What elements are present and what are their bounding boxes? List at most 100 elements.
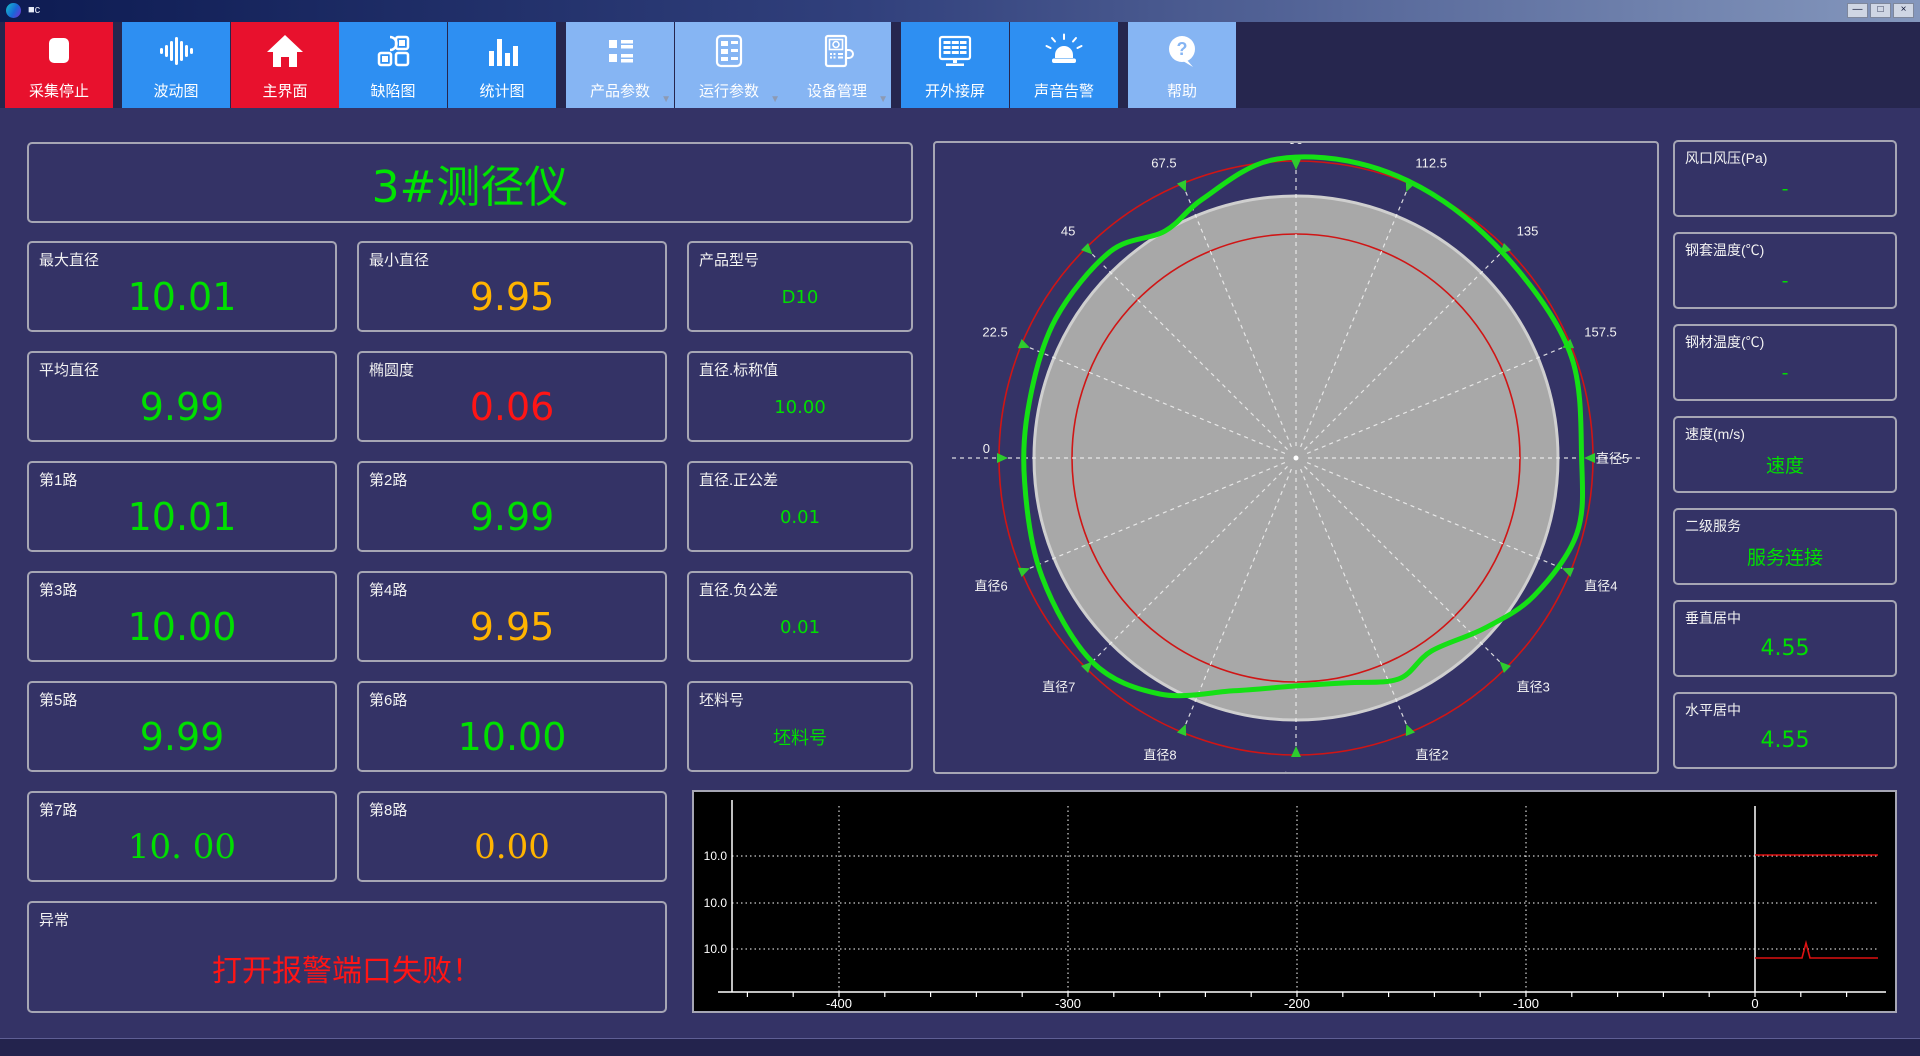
metric-billet-no: 坯料号 坯料号 xyxy=(687,681,913,772)
close-button[interactable]: × xyxy=(1893,3,1914,18)
svg-text:?: ? xyxy=(1177,39,1188,59)
svg-text:直径1: 直径1 xyxy=(1279,771,1312,772)
stop-capture-button[interactable]: 采集停止 xyxy=(5,22,113,108)
dropdown-arrow-icon: ▼ xyxy=(661,94,671,105)
metric-path-1: 第1路 10.01 xyxy=(27,461,337,552)
bar-chart-icon xyxy=(448,26,556,76)
metric-path-5: 第5路 9.99 xyxy=(27,681,337,772)
dropdown-arrow-icon: ▼ xyxy=(878,94,888,105)
svg-text:135: 135 xyxy=(1517,223,1539,238)
stats-chart-button[interactable]: 统计图 xyxy=(448,22,556,108)
run-params-icon xyxy=(675,26,783,76)
metric-positive-tolerance: 直径.正公差 0.01 xyxy=(687,461,913,552)
status-horizontal-center: 水平居中 4.55 xyxy=(1673,692,1897,769)
stop-icon xyxy=(5,26,113,76)
metric-value: 坯料号 xyxy=(773,728,827,749)
metric-value: 10.00 xyxy=(127,605,237,649)
metric-value: 0.01 xyxy=(779,506,821,528)
svg-text:直径3: 直径3 xyxy=(1517,680,1550,695)
metric-path-6: 第6路 10.00 xyxy=(357,681,667,772)
metric-value: 10.01 xyxy=(127,495,237,539)
svg-text:直径2: 直径2 xyxy=(1415,747,1448,762)
minimize-button[interactable]: — xyxy=(1847,3,1868,18)
sound-alarm-button[interactable]: 声音告警 xyxy=(1010,22,1118,108)
metric-value: 9.99 xyxy=(139,715,225,759)
metric-value: 10. 00 xyxy=(127,827,237,867)
svg-text:0: 0 xyxy=(1751,996,1758,1011)
metric-value: 9.95 xyxy=(469,605,555,649)
metric-value: 10.01 xyxy=(127,275,237,319)
svg-text:-300: -300 xyxy=(1055,996,1081,1011)
svg-text:直径7: 直径7 xyxy=(1042,680,1075,695)
external-screen-icon xyxy=(901,26,1009,76)
status-value: 4.55 xyxy=(1760,636,1810,661)
titlebar: ■c — □ × xyxy=(0,0,1920,22)
metric-value: 9.95 xyxy=(469,275,555,319)
svg-text:-200: -200 xyxy=(1284,996,1310,1011)
status-vertical-center: 垂直居中 4.55 xyxy=(1673,600,1897,677)
status-value: - xyxy=(1781,177,1789,200)
metric-path-8: 第8路 0.00 xyxy=(357,791,667,882)
metric-path-3: 第3路 10.00 xyxy=(27,571,337,662)
app-icon xyxy=(6,3,21,18)
metric-path-2: 第2路 9.99 xyxy=(357,461,667,552)
help-button[interactable]: ? 帮助 xyxy=(1128,22,1236,108)
status-sleeve-temp: 钢套温度(℃) - xyxy=(1673,232,1897,309)
status-speed: 速度(m/s) 速度 xyxy=(1673,416,1897,493)
svg-text:直径6: 直径6 xyxy=(975,578,1008,593)
metric-ovality: 椭圆度 0.06 xyxy=(357,351,667,442)
metric-value: 0.06 xyxy=(469,385,555,429)
metric-avg-diameter: 平均直径 9.99 xyxy=(27,351,337,442)
wave-chart-button[interactable]: 波动图 xyxy=(122,22,230,108)
metric-value: 0.01 xyxy=(779,616,821,638)
device-manage-button[interactable]: 设备管理 ▼ xyxy=(783,22,891,108)
status-l2-service: 二级服务 服务连接 xyxy=(1673,508,1897,585)
metric-min-diameter: 最小直径 9.95 xyxy=(357,241,667,332)
maximize-button[interactable]: □ xyxy=(1870,3,1891,18)
svg-text:157.5: 157.5 xyxy=(1584,325,1617,340)
status-air-pressure: 风口风压(Pa) - xyxy=(1673,140,1897,217)
window-title: ■c xyxy=(28,4,41,16)
alarm-box: 异常 打开报警端口失败！ xyxy=(27,901,667,1013)
run-params-button[interactable]: 运行参数 ▼ xyxy=(675,22,783,108)
trend-chart: 10.0 10.0 10.0 -400 -300 -200 -100 0 xyxy=(694,792,1895,1011)
svg-text:直径4: 直径4 xyxy=(1584,578,1617,593)
svg-text:直径5: 直径5 xyxy=(1596,451,1629,466)
svg-text:22.5: 22.5 xyxy=(982,325,1007,340)
metric-value: D10 xyxy=(781,286,819,308)
sound-alarm-icon xyxy=(1010,26,1118,76)
svg-text:0: 0 xyxy=(983,441,990,456)
polar-profile-panel: 0 22.5 45 67.5 90 112.5 135 157.5 直径5 直径4 直径3 直径2 直径… xyxy=(933,132,1659,786)
metric-path-7: 第7路 10. 00 xyxy=(27,791,337,882)
svg-text:10.0: 10.0 xyxy=(704,849,728,863)
metric-value: 0.00 xyxy=(474,827,550,867)
toolbar: 采集停止 波动图 主界面 缺陷图 统计图 产品参数 ▼ 运行参数 ▼ 设备管理 … xyxy=(0,22,1920,108)
external-screen-button[interactable]: 开外接屏 xyxy=(901,22,1009,108)
main-screen-button[interactable]: 主界面 xyxy=(231,22,339,108)
product-params-icon xyxy=(566,26,674,76)
status-value: 服务连接 xyxy=(1746,547,1823,569)
svg-text:-100: -100 xyxy=(1513,996,1539,1011)
svg-text:45: 45 xyxy=(1061,223,1075,238)
metric-nominal-diameter: 直径.标称值 10.00 xyxy=(687,351,913,442)
status-value: 速度 xyxy=(1765,455,1804,477)
metric-path-4: 第4路 9.95 xyxy=(357,571,667,662)
status-value: - xyxy=(1781,361,1789,384)
gauge-title-box: 3#测径仪 xyxy=(27,142,913,223)
defect-grid-icon xyxy=(339,26,447,76)
svg-text:10.0: 10.0 xyxy=(704,942,728,956)
metric-value: 10.00 xyxy=(774,396,826,418)
polar-profile-chart: 0 22.5 45 67.5 90 112.5 135 157.5 直径5 直径4 直径3 直径2 直径… xyxy=(952,132,1640,786)
svg-text:-400: -400 xyxy=(826,996,852,1011)
metric-value: 9.99 xyxy=(139,385,225,429)
svg-text:90: 90 xyxy=(1289,143,1303,147)
help-icon: ? xyxy=(1128,26,1236,76)
svg-text:直径8: 直径8 xyxy=(1143,747,1176,762)
product-params-button[interactable]: 产品参数 ▼ xyxy=(566,22,674,108)
defect-chart-button[interactable]: 缺陷图 xyxy=(339,22,447,108)
trend-chart-panel: 10.0 10.0 10.0 -400 -300 -200 -100 0 xyxy=(692,790,1897,1013)
dropdown-arrow-icon: ▼ xyxy=(770,94,780,105)
svg-text:67.5: 67.5 xyxy=(1151,156,1176,171)
svg-text:10.0: 10.0 xyxy=(704,896,728,910)
status-steel-temp: 钢材温度(℃) - xyxy=(1673,324,1897,401)
